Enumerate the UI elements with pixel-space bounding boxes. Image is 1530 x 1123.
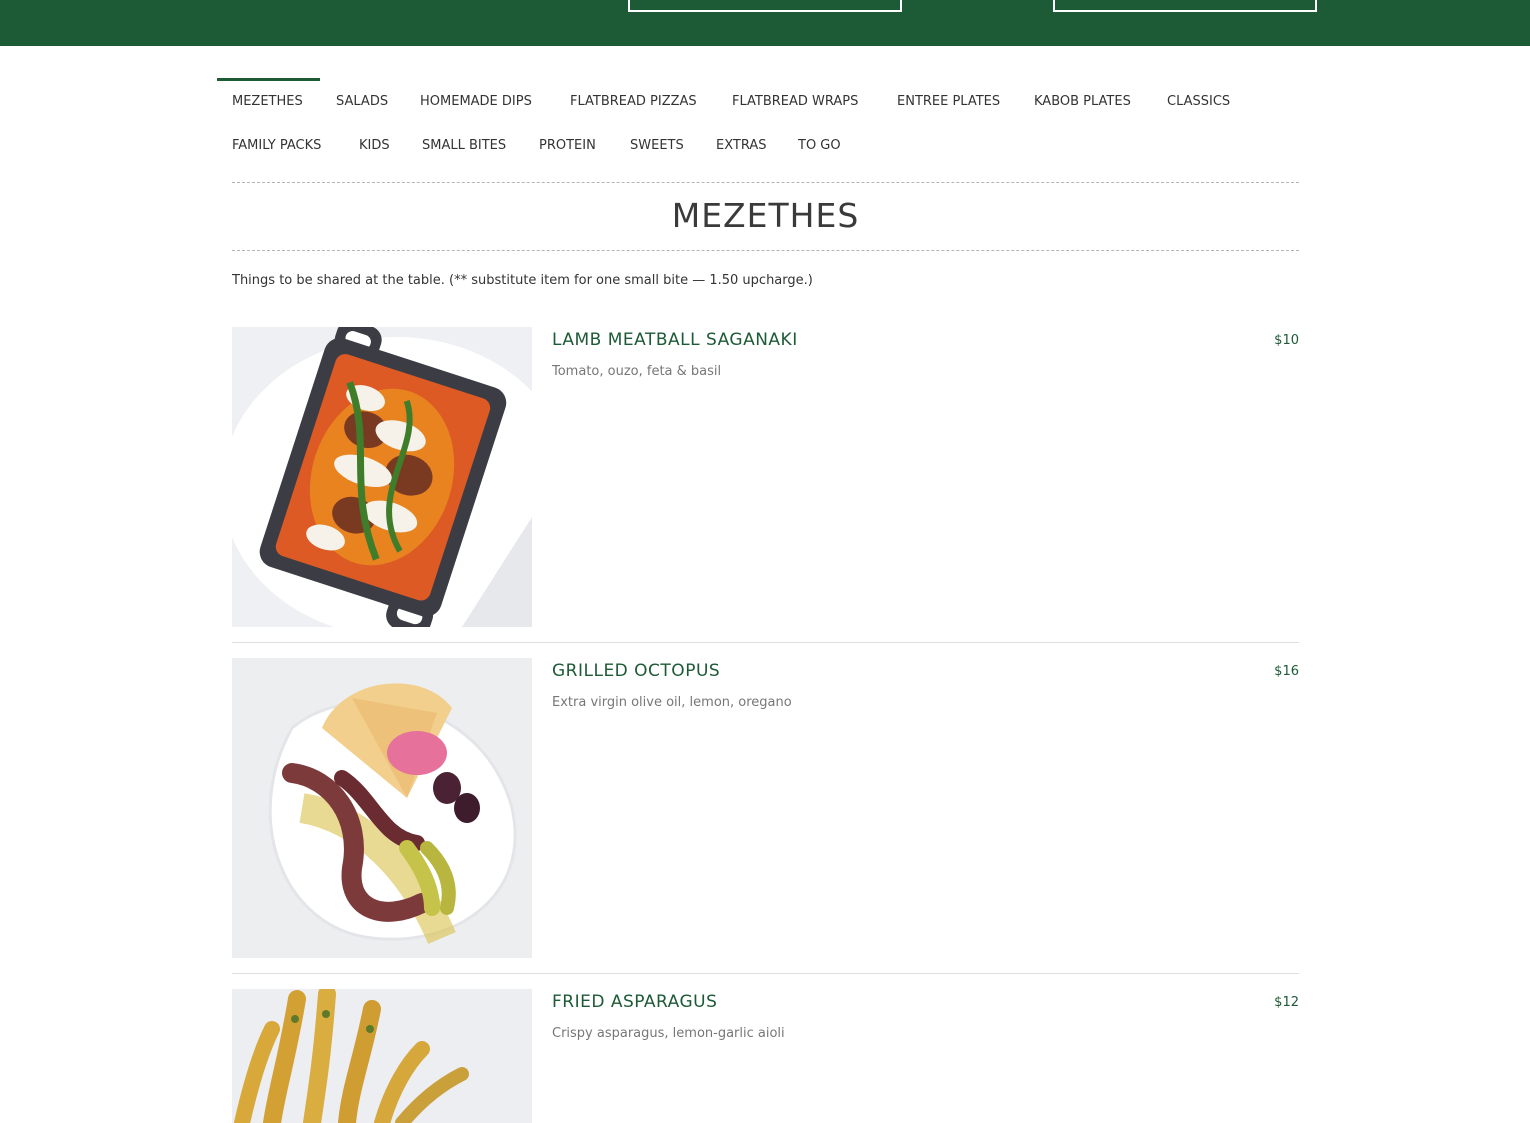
tab-mezethes[interactable]: MEZETHES [232, 95, 303, 109]
tab-flatbread-pizzas[interactable]: FLATBREAD PIZZAS [570, 95, 697, 109]
header-button-left[interactable] [628, 0, 902, 12]
tab-extras[interactable]: EXTRAS [716, 139, 766, 153]
item-price: $12 [1274, 995, 1299, 1010]
item-name[interactable]: FRIED ASPARAGUS [552, 991, 717, 1013]
item-description: Extra virgin olive oil, lemon, oregano [552, 695, 792, 710]
item-name[interactable]: GRILLED OCTOPUS [552, 660, 720, 682]
item-separator [232, 642, 1299, 643]
tab-flatbread-wraps[interactable]: FLATBREAD WRAPS [732, 95, 858, 109]
header-bar [0, 0, 1530, 46]
tab-sweets[interactable]: SWEETS [630, 139, 684, 153]
fried-asparagus-photo[interactable] [232, 989, 532, 1123]
item-name[interactable]: LAMB MEATBALL SAGANAKI [552, 329, 798, 351]
tab-kids[interactable]: KIDS [359, 139, 390, 153]
active-tab-indicator [217, 78, 320, 81]
header-button-right[interactable] [1053, 0, 1317, 12]
tab-to-go[interactable]: TO GO [798, 139, 841, 153]
item-price: $10 [1274, 333, 1299, 348]
tab-classics[interactable]: CLASSICS [1167, 95, 1230, 109]
lamb-meatball-saganaki-photo[interactable] [232, 327, 532, 627]
tab-salads[interactable]: SALADS [336, 95, 388, 109]
divider-bottom [232, 250, 1299, 251]
item-price: $16 [1274, 664, 1299, 679]
section-title: MEZETHES [671, 196, 860, 235]
item-description: Crispy asparagus, lemon-garlic aioli [552, 1026, 785, 1041]
divider-top [232, 182, 1299, 183]
grilled-octopus-photo[interactable] [232, 658, 532, 958]
item-description: Tomato, ouzo, feta & basil [552, 364, 722, 379]
tab-protein[interactable]: PROTEIN [539, 139, 596, 153]
tab-family-packs[interactable]: FAMILY PACKS [232, 139, 321, 153]
tab-kabob-plates[interactable]: KABOB PLATES [1034, 95, 1131, 109]
tab-homemade-dips[interactable]: HOMEMADE DIPS [420, 95, 532, 109]
tab-small-bites[interactable]: SMALL BITES [422, 139, 506, 153]
section-description: Things to be shared at the table. (** su… [232, 273, 813, 288]
tab-entree-plates[interactable]: ENTREE PLATES [897, 95, 1000, 109]
item-separator [232, 973, 1299, 974]
